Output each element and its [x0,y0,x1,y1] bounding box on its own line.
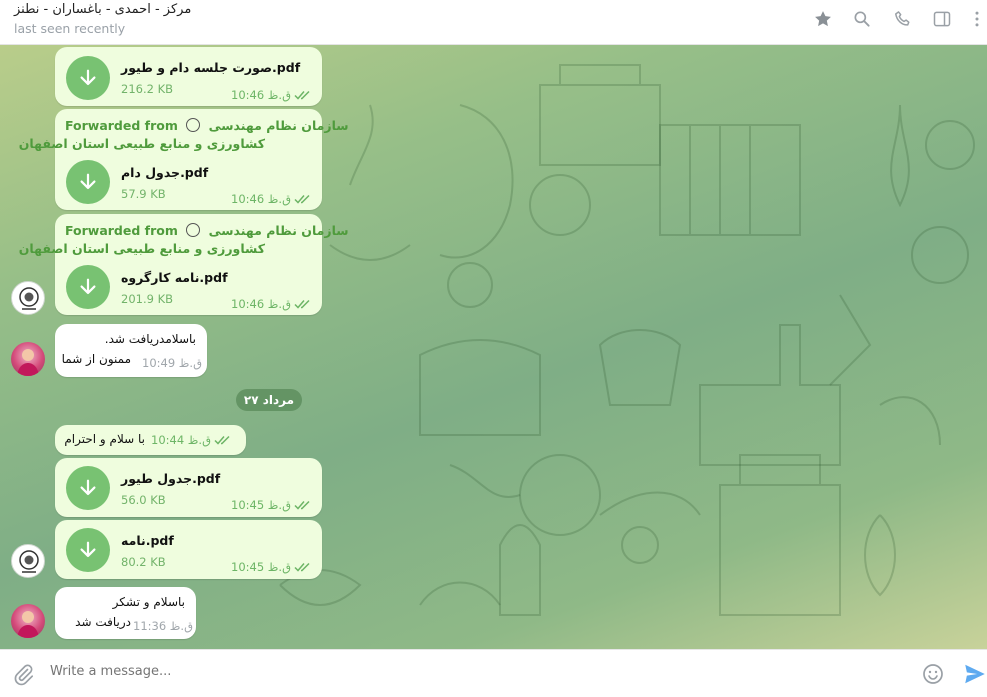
file-size: 201.9 KB [121,292,174,306]
download-arrow-icon [80,69,96,86]
download-button[interactable] [66,466,110,510]
file-message[interactable]: نامه.pdf 80.2 KB 10:45 ق.ظ [55,520,322,579]
user-photo-icon [17,611,39,638]
message-line2: ممنون از شما [61,352,131,366]
message-time: 10:46 ق.ظ [231,192,312,206]
message-time: 11:36 ق.ظ [133,619,193,633]
file-name[interactable]: نامه.pdf [121,533,174,548]
file-size: 57.9 KB [121,187,166,201]
time-text: 10:46 ق.ظ [231,88,292,102]
double-check-icon [294,194,310,204]
time-text: 10:49 ق.ظ [142,356,203,370]
text-message[interactable]: باسلامدریافت شد. ممنون از شما 10:49 ق.ظ [55,324,207,377]
text-message[interactable]: با سلام و احترام 10:44 ق.ظ [55,425,246,455]
sidebar-toggle-icon[interactable] [930,7,954,31]
forwarded-name-line1: سازمان نظام مهندسی [208,118,349,133]
user-avatar[interactable] [11,604,45,638]
send-icon[interactable] [962,661,987,687]
message-line1: با سلام و احترام [64,432,145,446]
file-message[interactable]: جدول طیور.pdf 56.0 KB 10:45 ق.ظ [55,458,322,517]
file-name[interactable]: نامه کارگروه.pdf [121,270,228,285]
download-button[interactable] [66,160,110,204]
download-arrow-icon [80,479,96,496]
time-text: 10:46 ق.ظ [231,192,292,206]
forwarded-header[interactable]: Forwarded from سازمان نظام مهندسی [65,118,349,133]
download-button[interactable] [66,528,110,572]
emoji-icon[interactable] [921,662,945,686]
message-time: 10:46 ق.ظ [231,297,312,311]
file-message[interactable]: Forwarded from سازمان نظام مهندسی کشاورز… [19,109,349,210]
time-text: 10:46 ق.ظ [231,297,292,311]
message-time: 10:49 ق.ظ [142,356,202,370]
file-name[interactable]: جدول دام.pdf [121,165,208,180]
search-icon[interactable] [850,7,874,31]
file-size: 80.2 KB [121,555,166,569]
message-composer [0,649,987,697]
message-time: 10:46 ق.ظ [231,88,312,102]
forwarded-name-line2: کشاورزی و منابع طبیعی استان اصفهان [18,136,265,151]
message-input[interactable] [50,664,870,679]
download-button[interactable] [66,265,110,309]
double-check-icon [294,500,310,510]
double-check-icon [214,435,230,445]
last-seen-status: last seen recently [14,21,126,36]
text-message[interactable]: باسلام و تشکر دریافت شد 11:36 ق.ظ [55,587,196,639]
message-line2: دریافت شد [75,615,131,629]
file-message[interactable]: صورت جلسه دام و طیور.pdf 216.2 KB 10:46 … [55,47,322,106]
time-text: 10:44 ق.ظ [151,433,212,447]
message-time: 10:45 ق.ظ [231,560,312,574]
double-check-icon [294,562,310,572]
forwarded-label: Forwarded from [65,118,178,133]
double-check-icon [294,90,310,100]
sender-avatar[interactable] [11,544,45,578]
forwarded-header[interactable]: Forwarded from سازمان نظام مهندسی [65,223,349,238]
download-arrow-icon [80,541,96,558]
file-message[interactable]: Forwarded from سازمان نظام مهندسی کشاورز… [19,214,349,315]
time-text: 10:45 ق.ظ [231,560,292,574]
date-separator: ۲۷ مرداد [236,389,302,411]
user-avatar[interactable] [11,342,45,376]
forwarded-name-line1: سازمان نظام مهندسی [208,223,349,238]
forwarded-name-line2: کشاورزی و منابع طبیعی استان اصفهان [18,241,265,256]
chat-header: مرکز - احمدی - باغساران - نطنز last seen… [0,0,987,45]
star-icon[interactable] [811,7,835,31]
file-size: 56.0 KB [121,493,166,507]
message-line1: باسلام و تشکر [112,595,185,609]
download-arrow-icon [80,278,96,295]
chat-title[interactable]: مرکز - احمدی - باغساران - نطنز [14,2,191,17]
channel-avatar-icon [186,223,201,237]
channel-avatar-icon [186,118,201,132]
file-name[interactable]: جدول طیور.pdf [121,471,220,486]
download-arrow-icon [80,173,96,190]
chat-area[interactable]: صورت جلسه دام و طیور.pdf 216.2 KB 10:46 … [0,45,987,649]
phone-icon[interactable] [891,7,915,31]
file-size: 216.2 KB [121,82,174,96]
sender-avatar[interactable] [11,281,45,315]
file-name[interactable]: صورت جلسه دام و طیور.pdf [121,60,300,75]
time-text: 10:45 ق.ظ [231,498,292,512]
double-check-icon [294,299,310,309]
message-line1: باسلامدریافت شد. [104,332,196,346]
message-time: 10:45 ق.ظ [231,498,312,512]
more-icon[interactable] [965,7,987,31]
message-time: 10:44 ق.ظ [151,433,232,447]
forwarded-label: Forwarded from [65,223,178,238]
user-photo-icon [17,349,39,376]
time-text: 11:36 ق.ظ [133,619,194,633]
attach-icon[interactable] [11,662,35,686]
download-button[interactable] [66,56,110,100]
